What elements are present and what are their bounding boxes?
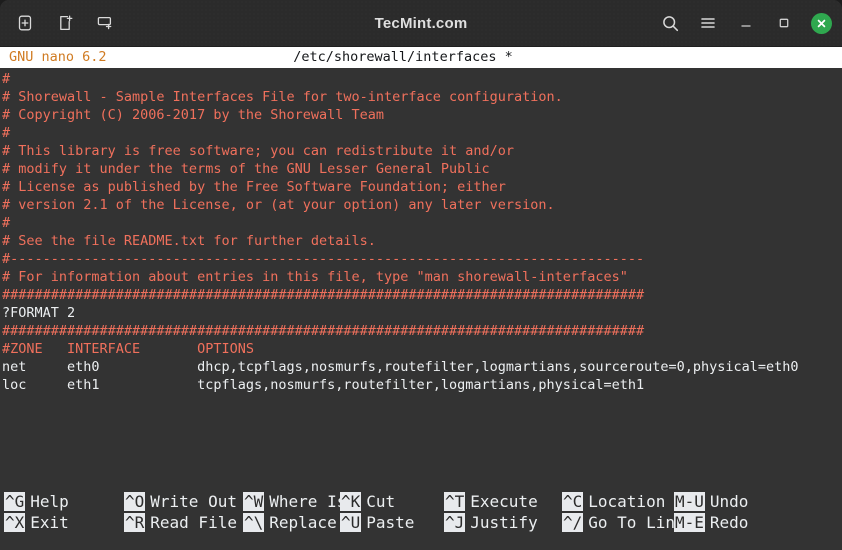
hamburger-menu-icon[interactable]	[697, 12, 719, 34]
close-button[interactable]	[811, 12, 832, 34]
nano-filename-label: /etc/shorewall/interfaces *	[293, 49, 513, 65]
shortcut-execute[interactable]: ^T Execute	[444, 492, 538, 511]
terminal-window: TecMint.com GNU nano 6.2 /etc/shorewall/…	[0, 0, 842, 550]
shortcut-label: Where Is	[269, 492, 347, 511]
shortcut-justify[interactable]: ^J Justify	[444, 513, 538, 532]
editor-line: # For information about entries in this …	[2, 269, 628, 285]
shortcut-go-to-line[interactable]: ^/Go To Line	[562, 513, 685, 532]
shortcut-exit[interactable]: ^X Exit	[4, 513, 69, 532]
shortcut-key: ^T	[444, 492, 466, 511]
editor-line: # modify it under the terms of the GNU L…	[2, 161, 490, 177]
shortcut-key: ^K	[340, 492, 362, 511]
editor-line: #	[2, 125, 11, 141]
editor-line: # Copyright (C) 2006-2017 by the Shorewa…	[2, 107, 385, 123]
shortcut-help[interactable]: ^G Help	[4, 492, 69, 511]
shortcut-key: ^O	[124, 492, 146, 511]
shortcut-label: Exit	[30, 513, 69, 532]
shortcut-label: Undo	[709, 492, 749, 511]
split-terminal-icon[interactable]	[94, 12, 116, 34]
shortcut-label: Justify	[470, 513, 538, 532]
shortcut-where-is[interactable]: ^W Where Is	[243, 492, 346, 511]
shortcut-key: ^W	[243, 492, 265, 511]
minimize-button[interactable]	[735, 12, 757, 34]
shortcut-label: Go To Line	[588, 513, 685, 532]
shortcut-cut[interactable]: ^K Cut	[340, 492, 395, 511]
shortcut-label: Help	[30, 492, 69, 511]
editor-line: ?FORMAT 2	[2, 305, 76, 321]
shortcut-label: Location	[588, 492, 666, 511]
new-tab-icon[interactable]	[14, 12, 36, 34]
shortcut-paste[interactable]: ^U Paste	[340, 513, 414, 532]
editor-line: # License as published by the Free Softw…	[2, 179, 506, 195]
shortcut-key: ^U	[340, 513, 362, 532]
shortcut-label: Cut	[366, 492, 396, 511]
editor-line: #	[2, 71, 11, 87]
editor-line: # See the file README.txt for further de…	[2, 233, 376, 249]
titlebar-right-actions	[659, 0, 832, 46]
editor-line: net eth0 dhcp,tcpflags,nosmurfs,routefil…	[2, 359, 799, 375]
editor-line: ########################################…	[2, 287, 645, 303]
maximize-button[interactable]	[773, 12, 795, 34]
shortcut-redo[interactable]: M-E Redo	[674, 513, 748, 532]
search-icon[interactable]	[659, 12, 681, 34]
title-bar: TecMint.com	[0, 0, 842, 47]
shortcut-label: Execute	[470, 492, 538, 511]
editor-line: #ZONE INTERFACE OPTIONS	[2, 341, 254, 357]
shortcut-key: M-E	[674, 513, 705, 532]
shortcut-replace[interactable]: ^\ Replace	[243, 513, 337, 532]
shortcut-label: Replace	[269, 513, 337, 532]
shortcut-write-out[interactable]: ^O Write Out	[124, 492, 237, 511]
nano-shortcut-bar: ^G Help ^X Exit ^O Write Out ^R Read File ^W Wher…	[0, 490, 842, 550]
editor-line: loc eth1 tcpflags,nosmurfs,routefilter,l…	[2, 377, 645, 393]
editor-line: #---------------------------------------…	[2, 251, 645, 267]
shortcut-key: M-U	[674, 492, 705, 511]
shortcut-key: ^/	[562, 513, 584, 532]
shortcut-label: Write Out	[150, 492, 237, 511]
shortcut-key: ^C	[562, 492, 584, 511]
nano-header-bar: GNU nano 6.2 /etc/shorewall/interfaces *	[0, 47, 842, 68]
shortcut-key: ^X	[4, 513, 26, 532]
new-window-icon[interactable]	[54, 12, 76, 34]
shortcut-key: ^\	[243, 513, 265, 532]
shortcut-key: ^J	[444, 513, 466, 532]
shortcut-key: ^R	[124, 513, 146, 532]
shortcut-label: Paste	[366, 513, 415, 532]
shortcut-undo[interactable]: M-U Undo	[674, 492, 748, 511]
shortcut-label: Read File	[150, 513, 237, 532]
shortcut-label: Redo	[709, 513, 749, 532]
editor-line: # This library is free software; you can…	[2, 143, 515, 159]
editor-line: #	[2, 215, 11, 231]
editor-line: ########################################…	[2, 323, 645, 339]
editor-line: # Shorewall - Sample Interfaces File for…	[2, 89, 563, 105]
titlebar-left-actions	[0, 12, 116, 34]
shortcut-read-file[interactable]: ^R Read File	[124, 513, 237, 532]
shortcut-key: ^G	[4, 492, 26, 511]
editor-text-area[interactable]: # # Shorewall - Sample Interfaces File fo…	[0, 68, 842, 490]
shortcut-location[interactable]: ^C Location	[562, 492, 665, 511]
editor-line: # version 2.1 of the License, or (at you…	[2, 197, 555, 213]
